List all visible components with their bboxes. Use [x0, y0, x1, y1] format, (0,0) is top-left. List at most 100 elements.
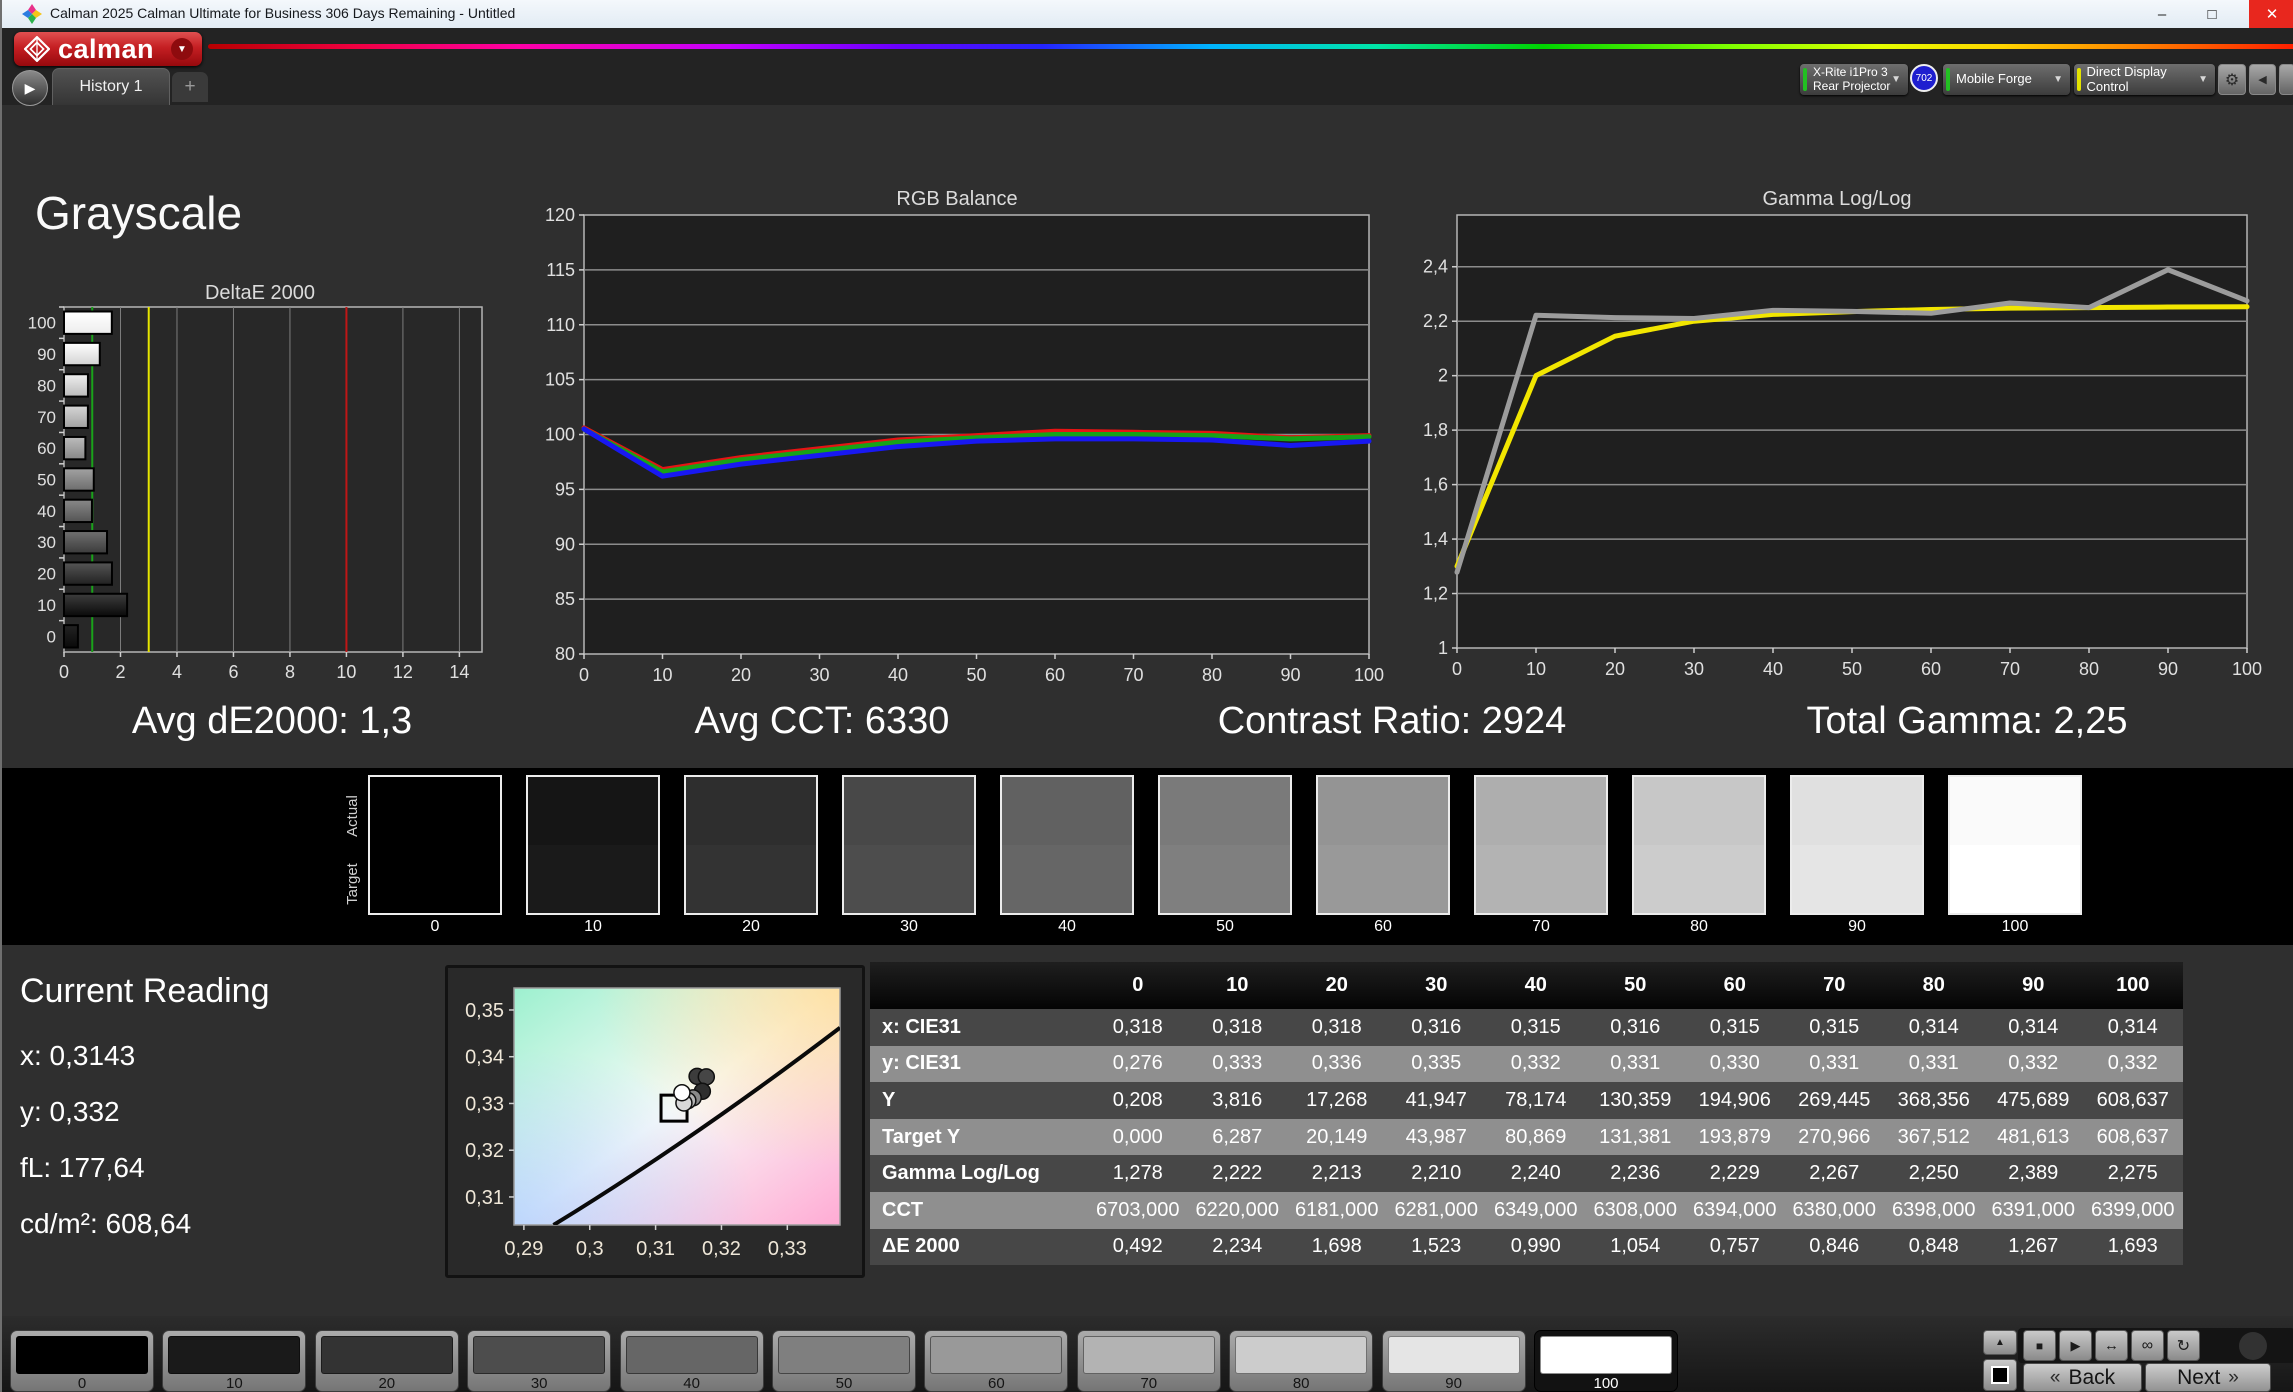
display-dropdown-icon: ▼ [2198, 74, 2208, 85]
table-cell: 0,336 [1287, 1046, 1387, 1083]
history-play-button[interactable]: ▶ [12, 70, 48, 106]
swatch-target-half [528, 845, 658, 913]
patch-button-50[interactable]: 50 [772, 1330, 916, 1392]
svg-text:0,31: 0,31 [465, 1187, 504, 1209]
table-row-label: Target Y [870, 1119, 1088, 1156]
close-button[interactable]: ✕ [2249, 0, 2293, 28]
calman-logo[interactable]: calman ▼ [14, 32, 202, 66]
table-cell: 0,314 [2083, 1009, 2183, 1046]
svg-text:50: 50 [966, 665, 986, 685]
svg-text:95: 95 [555, 479, 575, 499]
patch-button-0[interactable]: 0 [10, 1330, 154, 1392]
table-cell: 2,267 [1785, 1155, 1885, 1192]
logo-dropdown[interactable]: ▼ [171, 38, 193, 60]
table-cell: 0,331 [1586, 1046, 1686, 1083]
patch-swatch [1388, 1336, 1520, 1374]
table-cell: 80,869 [1486, 1119, 1586, 1156]
range-button[interactable]: ↔ [2095, 1330, 2128, 1361]
pattern-window-button[interactable] [1983, 1359, 2017, 1391]
table-cell: 0,990 [1486, 1229, 1586, 1266]
patch-label: 20 [316, 1375, 458, 1392]
meter-button[interactable]: X-Rite i1Pro 3 Rear Projector ▼ [1800, 64, 1908, 95]
table-col-header-100: 100 [2083, 962, 2183, 1009]
patch-button-100[interactable]: 100 [1534, 1330, 1678, 1392]
table-cell: 2,213 [1287, 1155, 1387, 1192]
svg-text:60: 60 [37, 439, 56, 458]
patch-label: 60 [925, 1375, 1067, 1392]
table-cell: 6399,000 [2083, 1192, 2183, 1229]
patch-swatch [626, 1336, 758, 1374]
patch-button-80[interactable]: 80 [1229, 1330, 1373, 1392]
patch-button-60[interactable]: 60 [924, 1330, 1068, 1392]
svg-text:0,29: 0,29 [504, 1238, 543, 1260]
add-tab-button[interactable]: + [172, 72, 208, 102]
table-cell: 0,315 [1785, 1009, 1885, 1046]
settings-gear-button[interactable]: ⚙ [2218, 64, 2246, 95]
swatch-target-half [1160, 845, 1290, 913]
table-cell: 6220,000 [1188, 1192, 1288, 1229]
display-control-label: Direct Display Control [2087, 65, 2199, 95]
swatch-level-label: 80 [1630, 918, 1768, 936]
table-cell: 43,987 [1387, 1119, 1487, 1156]
swatch-level-label: 50 [1156, 918, 1294, 936]
swatch-target-half [1634, 845, 1764, 913]
tab-history[interactable]: History 1 [52, 68, 170, 105]
display-control-button[interactable]: Direct Display Control ▼ [2074, 64, 2215, 95]
svg-text:20: 20 [731, 665, 751, 685]
svg-text:10: 10 [652, 665, 672, 685]
refresh-button[interactable]: ↻ [2167, 1330, 2200, 1361]
summary-total-gamma: Total Gamma: 2,25 [1697, 700, 2237, 743]
meter-badge[interactable]: 702 [1910, 64, 1938, 92]
patch-button-10[interactable]: 10 [162, 1330, 306, 1392]
svg-text:30: 30 [37, 533, 56, 552]
grayscale-swatch-90 [1790, 775, 1924, 915]
patch-button-20[interactable]: 20 [315, 1330, 459, 1392]
swatch-target-half [1002, 845, 1132, 913]
next-button[interactable]: Next » [2145, 1363, 2271, 1392]
swatch-target-half [1476, 845, 1606, 913]
table-col-header-80: 80 [1884, 962, 1984, 1009]
back-button[interactable]: « Back [2023, 1363, 2142, 1392]
swatch-actual-half [1002, 777, 1132, 845]
table-cell: 2,236 [1586, 1155, 1686, 1192]
edge-panel-button[interactable] [2279, 64, 2293, 95]
patch-button-40[interactable]: 40 [620, 1330, 764, 1392]
patch-button-90[interactable]: 90 [1382, 1330, 1526, 1392]
table-col-header-60: 60 [1685, 962, 1785, 1009]
up-button[interactable]: ▲ [1983, 1330, 2017, 1355]
patch-swatch [321, 1336, 453, 1374]
reading-y: y: 0,332 [20, 1096, 120, 1128]
table-cell: 368,356 [1884, 1082, 1984, 1119]
source-label: Mobile Forge [1956, 72, 2032, 87]
swatch-level-label: 100 [1946, 918, 2084, 936]
grayscale-swatch-60 [1316, 775, 1450, 915]
patch-button-70[interactable]: 70 [1077, 1330, 1221, 1392]
table-cell: 0,757 [1685, 1229, 1785, 1266]
svg-text:2: 2 [1438, 366, 1448, 386]
svg-text:80: 80 [2079, 659, 2099, 679]
swatch-actual-half [1476, 777, 1606, 845]
source-button[interactable]: Mobile Forge ▼ [1943, 64, 2070, 95]
svg-text:0,32: 0,32 [465, 1140, 504, 1162]
logo-text: calman [58, 34, 154, 65]
patch-button-30[interactable]: 30 [467, 1330, 611, 1392]
play-button[interactable]: ▶ [2059, 1330, 2092, 1361]
table-cell: 0,332 [1486, 1046, 1586, 1083]
table-corner-header [870, 962, 1088, 1009]
table-cell: 131,381 [1586, 1119, 1686, 1156]
meter-dropdown-icon: ▼ [1891, 74, 1901, 85]
svg-text:100: 100 [2232, 659, 2262, 679]
loop-button[interactable]: ∞ [2131, 1330, 2164, 1361]
patch-swatch [1083, 1336, 1215, 1374]
collapse-panel-button[interactable]: ◀ [2249, 64, 2276, 95]
swatch-target-half [1792, 845, 1922, 913]
table-cell: 6380,000 [1785, 1192, 1885, 1229]
swatch-actual-half [1950, 777, 2080, 845]
minimize-button[interactable]: – [2139, 0, 2185, 28]
swatch-actual-half [686, 777, 816, 845]
stop-button[interactable]: ■ [2023, 1330, 2056, 1361]
table-cell: 6308,000 [1586, 1192, 1686, 1229]
svg-text:100: 100 [545, 425, 575, 445]
table-cell: 2,240 [1486, 1155, 1586, 1192]
maximize-button[interactable]: □ [2189, 0, 2235, 28]
